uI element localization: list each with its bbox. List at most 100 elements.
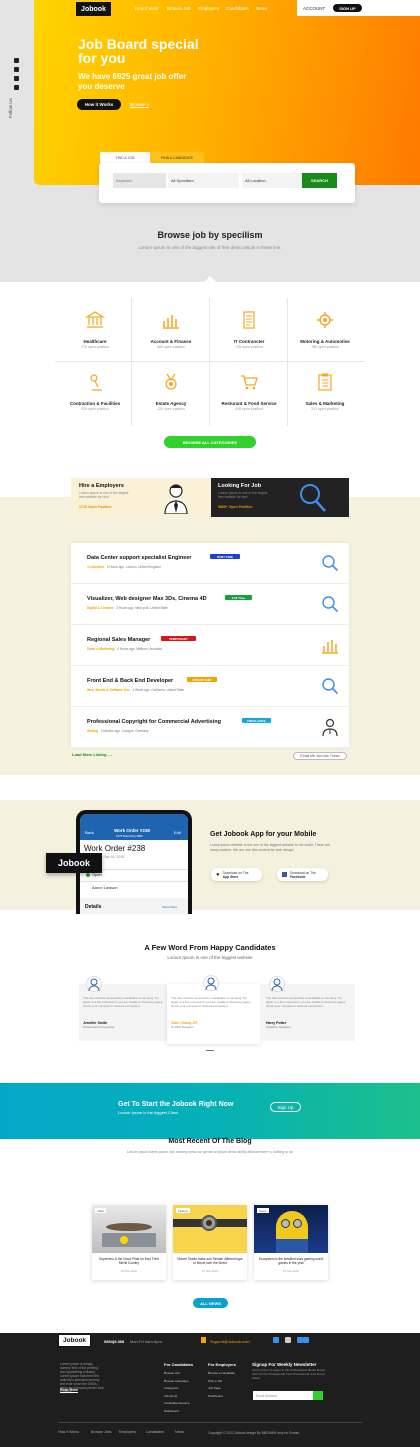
linkedin-icon[interactable] [14,76,19,81]
all-news-button[interactable]: ALL NEWS [193,1298,228,1308]
app-description: Lorius Ipsum website is the one of the b… [210,843,330,852]
person-icon [271,978,283,992]
job-title[interactable]: Professional Copyright for Commercial Ad… [87,719,221,725]
blog-tag: Video [95,1208,107,1213]
location-select[interactable]: All Location [242,173,302,188]
tab-find-candidate[interactable]: FIND A CANDIDATE [150,152,204,163]
hire-title: Hire a Employers [79,483,124,489]
footer-email[interactable]: Support@Jobook.com [210,1339,250,1344]
category-estate-agency[interactable]: Estate Agency 120 open position [135,372,207,411]
hire-desc: Lorium ipsum is one of the largest free … [79,491,129,499]
footer-logo[interactable]: Jobook [58,1334,91,1347]
category-sales-marketing[interactable]: Sales & Marketing 212 open position [289,372,361,411]
footer-bottom-link[interactable]: News [175,1430,184,1434]
tab-find-job[interactable]: FIND A JOB [100,152,150,163]
job-title[interactable]: Data Center support specialist Engineer [87,555,192,561]
job-title[interactable]: Front End & Back End Developer [87,678,173,684]
footer-link[interactable]: Browse Campaign [164,1378,190,1386]
job-title[interactable]: Regional Sales Manager [87,637,150,643]
job-time: 2 Months ago [100,729,120,733]
nav-how-it-work[interactable]: How it work [135,6,158,11]
footer-bottom-link[interactable]: Candidates [146,1430,164,1434]
social-icon[interactable] [285,1337,291,1343]
footer-link[interactable]: Browse a Candidate [208,1370,235,1378]
twitter-icon[interactable] [273,1337,279,1343]
category-account-finance[interactable]: Account & Finance 689 open position [135,310,207,349]
newsletter-submit-button[interactable] [313,1391,323,1400]
read-more-link[interactable]: Read More [60,1388,78,1392]
job-row[interactable]: Regional Sales Manager TEMPORARY Sales & M… [71,625,349,666]
grid-divider [287,298,288,426]
footer-link[interactable]: Dashboard [164,1408,190,1416]
look-positions: 5685+ Open Position [218,505,253,509]
load-more-link[interactable]: Load More Listing .... [72,752,112,757]
testimonials-title: A Few Word From Happy Candidates [144,943,276,952]
specialism-select[interactable]: All Specilism [168,173,239,188]
footer-link[interactable]: Browse Job [164,1370,190,1378]
job-category: Web, Mobile & Software Dev [87,688,130,692]
footer-link[interactable]: Job Alerts [164,1393,190,1401]
nav-candidates[interactable]: Candidates [226,6,249,11]
job-row[interactable]: Visualizer, Web designer Max 3Ds, Cinema… [71,584,349,625]
footer-link[interactable]: Categories [164,1385,190,1393]
twitter-icon[interactable] [14,58,19,63]
app-title: Get Jobook App for your Mobile [210,831,317,838]
grid-divider [131,298,132,426]
footer-hours: Mon-Fri 9am-9pm [130,1339,162,1344]
signup-button[interactable]: SIGN UP [333,4,362,12]
email-me-jobs-button[interactable]: Email Me Job Like These [293,752,347,760]
category-contraction[interactable]: Contraction & Facilities 325 open positi… [59,372,131,411]
browse-link[interactable]: Browse > [130,102,149,107]
facebook-button[interactable]: Download on The Facebook [277,868,328,881]
job-time: 4 Hours ago [117,647,135,651]
cta-signup-button[interactable]: Sign Up [270,1102,301,1112]
footer-link[interactable]: Dashboard [208,1393,235,1401]
cta-title: Get To Start the Jobook Right Now [118,1101,234,1108]
testimonial-text: The site could be temporarily unavailabl… [83,996,164,1008]
footer-bottom-link[interactable]: How it Works [58,1430,79,1434]
job-row[interactable]: Data Center support specialist Engineer P… [71,543,349,584]
job-meta: Web, Mobile & Software Dev 1 Week ago Ca… [87,688,184,692]
category-it-contractor[interactable]: IT Contrancter 726 open position [213,310,285,349]
footer-link[interactable]: Post a Job [208,1378,235,1386]
nav-employers[interactable]: Employers [198,6,219,11]
job-row[interactable]: Professional Copyright for Commercial Ad… [71,707,349,748]
blog-card[interactable]: Fashion Marvel Studio make and Sinister … [173,1205,247,1280]
search-button[interactable]: SEARCH [302,173,337,188]
category-name: Estate Agency [155,401,187,406]
facebook-icon[interactable] [14,67,19,72]
phone-header: Back Work Order #238 1275 Branching 4850… [80,814,188,840]
blog-card[interactable]: Video Superhero & the Good Pride for the… [92,1205,166,1280]
keyword-input[interactable] [113,173,166,188]
facebook-icon[interactable] [303,1337,309,1343]
hire-employers-card[interactable]: Hire a Employers Lorium ipsum is one of … [71,478,211,517]
site-logo[interactable]: Jobook [76,2,111,16]
footer-bottom-link[interactable]: Employers [119,1430,136,1434]
category-motoring[interactable]: Motoring & Automotive 786 open position [289,310,361,349]
mail-icon [201,1337,206,1343]
magnifier-icon [322,555,339,572]
nav-news[interactable]: News [256,6,267,11]
footer-link[interactable]: Candidate Resume [164,1400,190,1408]
carousel-indicator[interactable] [206,1050,214,1051]
category-name: Contraction & Facilities [69,401,121,406]
job-row[interactable]: Front End & Back End Developer INTERN SHI… [71,666,349,707]
app-store-label: App Store [222,874,239,879]
blog-card[interactable]: Game Ecosystem is the smallest work gami… [254,1205,328,1280]
app-store-button[interactable]: ● Download on The App Store [211,868,262,881]
how-it-works-button[interactable]: How it Works [77,99,121,110]
newsletter-email-input[interactable]: Email Address [253,1391,313,1400]
account-link[interactable]: ACCOUNT [303,6,325,11]
job-location: Melburn, Australia [136,647,162,651]
category-restaurant[interactable]: Resturant & Food Service 508 open positi… [213,372,285,411]
phone-show-more: Show More [162,905,178,909]
job-title[interactable]: Visualizer, Web designer Max 3Ds, Cinema… [87,596,207,602]
phone-back: Back [85,830,94,835]
category-healthcare[interactable]: Healthcare 776 open position [59,310,131,349]
instagram-icon[interactable] [14,85,19,90]
nav-browse-job[interactable]: Browse Job [167,6,191,11]
footer-link[interactable]: Job Page [208,1385,235,1393]
looking-for-job-card[interactable]: Looking For Job Lorium ipsum is one of t… [211,478,349,517]
footer-bottom-link[interactable]: Browse Jobs [91,1430,112,1434]
browse-all-categories-button[interactable]: BROWSE ALL CATEGORIES [164,436,256,448]
